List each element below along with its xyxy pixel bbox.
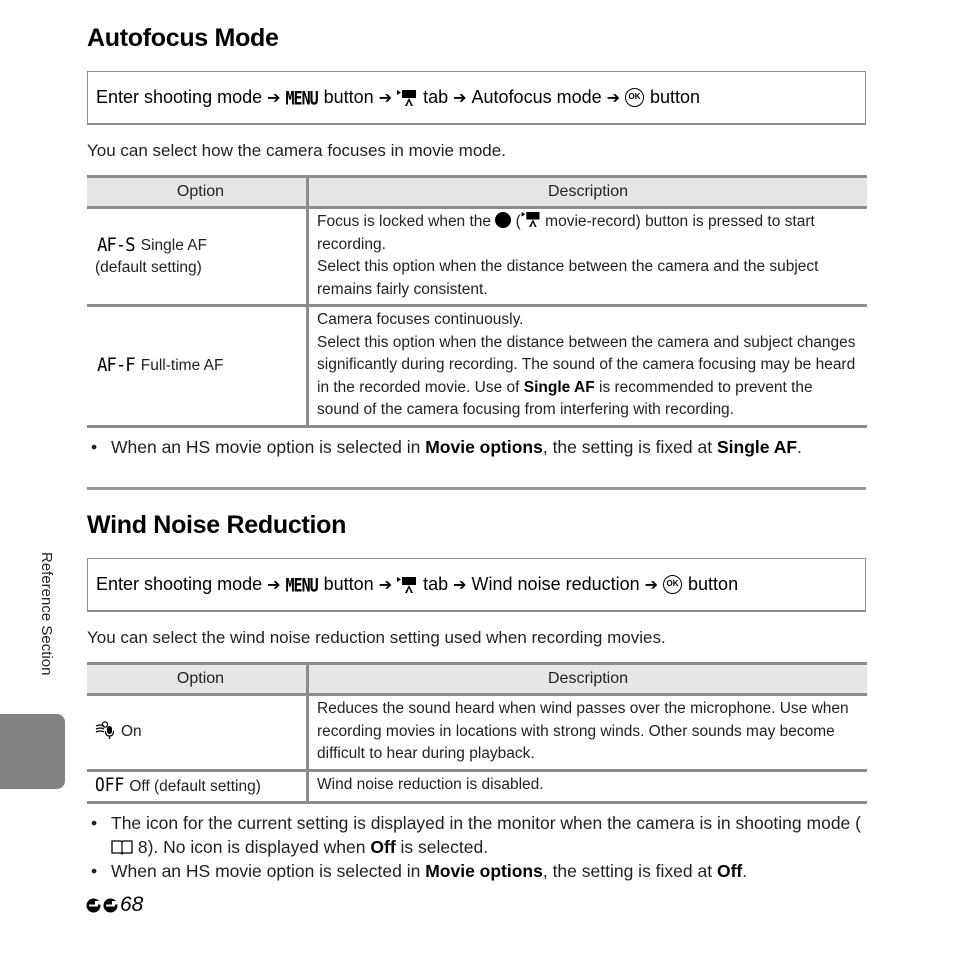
side-section-label: Reference Section xyxy=(38,552,55,676)
path-step: tab xyxy=(423,574,449,594)
arrow-icon: ➔ xyxy=(378,89,393,107)
arrow-icon: ➔ xyxy=(267,576,281,594)
options-table-autofocus: Option Description AF-S Single AF (defaul… xyxy=(87,175,867,428)
desc-bold: Single AF xyxy=(523,378,595,396)
path-step: Autofocus mode xyxy=(471,87,602,107)
path-step: Enter shooting mode xyxy=(96,574,263,594)
intro-text: You can select the wind noise reduction … xyxy=(87,628,666,647)
table-row: On Reduces the sound heard when wind pas… xyxy=(87,694,867,772)
movie-tab-icon xyxy=(397,89,417,106)
note-bold: Off xyxy=(716,861,743,881)
af-f-icon: AF-F xyxy=(97,353,135,376)
section-tab-marker xyxy=(0,714,65,789)
notes-autofocus: • When an HS movie option is selected in… xyxy=(87,435,877,459)
note-item: • The icon for the current setting is di… xyxy=(87,811,877,859)
note-text: , the setting is fixed at xyxy=(542,437,713,457)
path-step: tab xyxy=(423,87,449,107)
option-cell: On xyxy=(87,694,309,772)
path-step: button xyxy=(688,574,739,594)
section-title-wind-noise-reduction: Wind Noise Reduction xyxy=(87,511,347,539)
menu-button-icon: MENU xyxy=(285,86,319,109)
desc-text: Camera focuses continuously. xyxy=(317,311,524,328)
bullet-icon: • xyxy=(91,437,98,457)
column-header-description: Description xyxy=(307,662,867,696)
reference-e-icon xyxy=(103,898,118,912)
option-label: Full-time AF xyxy=(140,356,224,374)
ok-button-icon: OK xyxy=(625,88,645,107)
note-text: The icon for the current setting is disp… xyxy=(111,813,861,833)
option-label: On xyxy=(121,722,142,740)
intro-text: You can select how the camera focuses in… xyxy=(87,141,506,160)
reference-e-icon xyxy=(86,898,101,912)
column-header-option: Option xyxy=(87,662,309,696)
path-step: button xyxy=(650,87,701,107)
page-number-value: 68 xyxy=(120,893,144,916)
description-cell: Camera focuses continuously. Select this… xyxy=(307,305,867,428)
menu-button-icon: MENU xyxy=(285,573,319,596)
desc-text: Focus is locked when the xyxy=(317,213,492,230)
movie-tab-icon xyxy=(397,576,417,593)
option-cell: OFF Off (default setting) xyxy=(87,770,309,804)
path-step: Wind noise reduction xyxy=(471,574,640,594)
table-row: OFF Off (default setting) Wind noise redu… xyxy=(87,770,867,804)
table-row: AF-S Single AF (default setting) Focus is… xyxy=(87,207,867,307)
bullet-icon: • xyxy=(91,861,98,881)
note-text: , the setting is fixed at xyxy=(542,861,713,881)
option-cell: AF-S Single AF (default setting) xyxy=(87,207,309,307)
arrow-icon: ➔ xyxy=(644,576,659,594)
note-item: • When an HS movie option is selected in… xyxy=(87,859,877,883)
desc-text: Select this option when the distance bet… xyxy=(317,258,819,298)
page-number: 68 xyxy=(86,893,143,917)
table-row: AF-F Full-time AF Camera focuses continuo… xyxy=(87,305,867,428)
path-step: button xyxy=(323,574,374,594)
note-text: is selected. xyxy=(400,837,489,857)
arrow-icon: ➔ xyxy=(267,89,281,107)
note-bold: Movie options xyxy=(425,437,543,457)
note-text: When an HS movie option is selected in xyxy=(111,861,421,881)
options-table-wind-noise: Option Description On Reduces the sound … xyxy=(87,662,867,804)
movie-record-icon xyxy=(521,211,540,228)
note-text: ). No icon is displayed when xyxy=(147,837,366,857)
note-bold: Single AF xyxy=(716,437,798,457)
note-text: When an HS movie option is selected in xyxy=(111,437,421,457)
section-title-autofocus-mode: Autofocus Mode xyxy=(87,24,279,52)
description-cell: Focus is locked when the ( movie-record)… xyxy=(307,207,867,307)
wind-noise-icon xyxy=(95,721,115,739)
af-s-icon: AF-S xyxy=(97,233,135,256)
book-reference-icon xyxy=(111,840,133,855)
note-text: . xyxy=(742,861,748,881)
option-sublabel: (default setting) xyxy=(95,258,202,276)
menu-path-wind-noise: Enter shooting mode ➔ MENU button ➔ tab … xyxy=(87,558,866,612)
arrow-icon: ➔ xyxy=(606,89,621,107)
page-reference-link[interactable]: 8 xyxy=(138,837,148,857)
menu-path-autofocus: Enter shooting mode ➔ MENU button ➔ tab … xyxy=(87,71,866,125)
arrow-icon: ➔ xyxy=(378,576,393,594)
arrow-icon: ➔ xyxy=(453,89,467,107)
record-button-icon xyxy=(495,212,512,228)
option-label: Single AF xyxy=(140,236,208,254)
note-item: • When an HS movie option is selected in… xyxy=(87,435,877,459)
column-header-option: Option xyxy=(87,175,309,209)
ok-button-icon: OK xyxy=(663,575,683,594)
column-header-description: Description xyxy=(307,175,867,209)
section-divider xyxy=(87,487,866,490)
notes-wind-noise: • The icon for the current setting is di… xyxy=(87,811,877,883)
description-cell: Wind noise reduction is disabled. xyxy=(307,770,867,804)
option-cell: AF-F Full-time AF xyxy=(87,305,309,428)
description-cell: Reduces the sound heard when wind passes… xyxy=(307,694,867,772)
note-bold: Movie options xyxy=(425,861,543,881)
note-bold: Off xyxy=(370,837,396,857)
path-step: button xyxy=(323,87,374,107)
path-step: Enter shooting mode xyxy=(96,87,263,107)
arrow-icon: ➔ xyxy=(453,576,467,594)
bullet-icon: • xyxy=(91,813,98,833)
note-text: . xyxy=(797,437,802,457)
off-icon: OFF xyxy=(95,773,125,796)
option-label: Off (default setting) xyxy=(129,777,261,795)
